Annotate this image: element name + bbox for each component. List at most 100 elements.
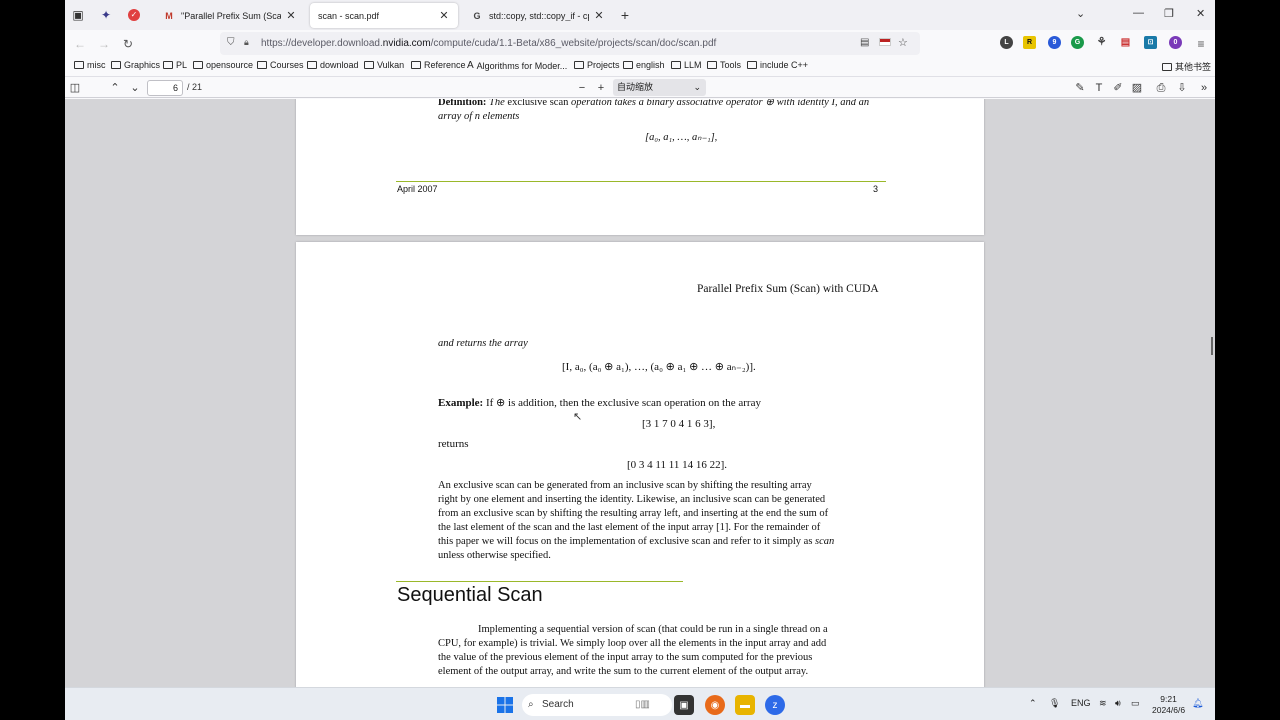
returns-array-text: and returns the array xyxy=(438,338,528,349)
extension-r-icon[interactable]: R xyxy=(1023,36,1036,49)
tab-cppreference[interactable]: G std::copy, std::copy_if - cppreference… xyxy=(463,3,613,28)
scrollbar[interactable] xyxy=(1211,337,1213,355)
close-icon[interactable]: ✕ xyxy=(285,9,297,22)
file-explorer-icon[interactable]: ▬ xyxy=(735,695,755,715)
address-bar[interactable]: ⛉ 🔒︎ https://developer.download.nvidia.c… xyxy=(220,32,920,55)
tab-list-icon[interactable]: ⌄ xyxy=(1076,7,1085,20)
footer-date: April 2007 xyxy=(397,184,438,194)
text-tool-icon[interactable]: T xyxy=(1091,80,1107,96)
paragraph-line: the value of the previous element of the… xyxy=(438,652,813,663)
back-icon[interactable]: ← xyxy=(72,36,88,52)
bookmark-opensource[interactable]: opensource xyxy=(193,60,253,70)
pdf-toolbar: ◫ ⌃ ⌄ 6 / 21 − + 自动缩放 ⌄ ✎ T ✐ ▨ ⎙ ⇩ » xyxy=(65,76,1215,98)
bookmark-projects[interactable]: Projects xyxy=(574,60,620,70)
other-bookmarks[interactable]: 其他书签 xyxy=(1162,60,1211,73)
task-view-icon[interactable]: ▣ xyxy=(674,695,694,715)
tray-overflow-icon[interactable]: ⌃ xyxy=(1029,698,1037,709)
clock[interactable]: 9:21 2024/6/6 xyxy=(1152,694,1185,716)
folder-icon xyxy=(574,61,584,69)
extension-purple-icon[interactable]: 0 xyxy=(1169,36,1182,49)
tab-mendeley[interactable]: M "Parallel Prefix Sum (Scan) with CUDA"… xyxy=(155,3,305,28)
folder-icon xyxy=(257,61,267,69)
extension-blue-icon[interactable]: 9 xyxy=(1048,36,1061,49)
wifi-icon[interactable]: ≋ xyxy=(1099,698,1107,709)
bookmark-download[interactable]: download xyxy=(307,60,359,70)
zoom-select[interactable]: 自动缩放 ⌄ xyxy=(613,79,706,96)
more-tools-icon[interactable]: » xyxy=(1196,80,1212,96)
previous-page-icon[interactable]: ⌃ xyxy=(107,80,123,96)
print-icon[interactable]: ⎙ xyxy=(1153,80,1169,96)
extension-grammarly-icon[interactable]: G xyxy=(1071,36,1084,49)
flag-icon[interactable] xyxy=(879,38,891,46)
bookmark-courses[interactable]: Courses xyxy=(257,60,304,70)
battery-icon[interactable]: ▭ xyxy=(1131,698,1140,709)
window-close-icon[interactable]: ✕ xyxy=(1196,7,1205,20)
restore-icon[interactable]: ❐ xyxy=(1164,7,1174,20)
notification-bell-icon[interactable]: 🔔︎ xyxy=(1192,698,1203,709)
save-icon[interactable]: ⇩ xyxy=(1174,80,1190,96)
language-indicator[interactable]: ENG xyxy=(1071,698,1091,708)
folder-icon xyxy=(74,61,84,69)
bookmark-llm[interactable]: LLM xyxy=(671,60,702,70)
exclusive-scan-formula: [I, a₀, (a₀ ⊕ a₁), …, (a₀ ⊕ a₁ ⊕ … ⊕ aₙ₋… xyxy=(562,361,756,373)
pdf-viewer[interactable]: Definition: The exclusive scan operation… xyxy=(65,99,1215,687)
tab-title: scan - scan.pdf xyxy=(318,10,380,21)
bookmark-include-cpp[interactable]: include C++ xyxy=(747,60,808,70)
extension-notes-icon[interactable]: ▤ xyxy=(1119,36,1132,49)
forward-icon[interactable]: → xyxy=(96,36,112,52)
microphone-icon[interactable]: 🎙︎ xyxy=(1049,698,1060,709)
tab-overview-icon[interactable]: ▣ xyxy=(69,6,87,24)
url-text[interactable]: https://developer.download.nvidia.com/co… xyxy=(261,38,716,49)
menu-icon[interactable]: ≡ xyxy=(1193,36,1209,52)
draw-icon[interactable]: ✐ xyxy=(1110,80,1126,96)
bookmark-reference[interactable]: Reference xyxy=(411,60,466,70)
page-number-input[interactable]: 6 xyxy=(147,80,183,96)
mouse-cursor-icon: ↖ xyxy=(573,411,583,423)
navigation-bar: ← → ↻ ⛉ 🔒︎ https://developer.download.nv… xyxy=(65,30,1215,57)
volume-icon[interactable]: 🔊︎ xyxy=(1115,698,1121,709)
bookmark-tools[interactable]: Tools xyxy=(707,60,741,70)
extensions-puzzle-icon[interactable]: ⚘ xyxy=(1095,36,1108,49)
next-page-icon[interactable]: ⌄ xyxy=(127,80,143,96)
browser-window: ▣ ✦ ✓ M "Parallel Prefix Sum (Scan) with… xyxy=(65,0,1215,720)
bookmark-vulkan[interactable]: Vulkan xyxy=(364,60,404,70)
bookmark-pl[interactable]: PL xyxy=(163,60,187,70)
bookmark-misc[interactable]: misc xyxy=(74,60,106,70)
zoom-icon[interactable]: z xyxy=(765,695,785,715)
sidebar-toggle-icon[interactable]: ◫ xyxy=(67,80,83,96)
minimize-icon[interactable]: — xyxy=(1133,7,1144,19)
pinned-todo-icon[interactable]: ✓ xyxy=(125,6,143,24)
folder-icon xyxy=(193,61,203,69)
tab-scan-pdf[interactable]: scan - scan.pdf ✕ xyxy=(310,3,458,28)
image-icon[interactable]: ▨ xyxy=(1129,80,1145,96)
new-tab-icon[interactable]: + xyxy=(616,6,634,24)
extension-screenshot-icon[interactable]: ⊡ xyxy=(1144,36,1157,49)
firefox-icon[interactable]: ◉ xyxy=(705,695,725,715)
folder-icon xyxy=(111,61,121,69)
folder-icon xyxy=(364,61,374,69)
pdf-page-6: Parallel Prefix Sum (Scan) with CUDA and… xyxy=(296,242,984,687)
reload-icon[interactable]: ↻ xyxy=(120,36,136,52)
zoom-out-icon[interactable]: − xyxy=(574,80,590,96)
reader-view-icon[interactable]: ▤ xyxy=(860,37,869,48)
folder-icon xyxy=(307,61,317,69)
paragraph-line: CPU, for example) is trivial. We simply … xyxy=(438,638,827,649)
start-icon[interactable] xyxy=(495,695,515,715)
lock-icon[interactable]: 🔒︎ xyxy=(244,37,249,48)
taskbar-search[interactable]: ⌕ Search ▯▥ xyxy=(522,694,672,716)
zoom-in-icon[interactable]: + xyxy=(593,80,609,96)
paragraph-line: from an exclusive scan by shifting the r… xyxy=(438,508,829,519)
close-icon[interactable]: ✕ xyxy=(438,9,450,22)
bookmark-star-icon[interactable]: ☆ xyxy=(898,36,908,49)
paragraph-line: unless otherwise specified. xyxy=(438,550,551,561)
close-icon[interactable]: ✕ xyxy=(593,9,605,22)
bookmark-algorithms[interactable]: A Algorithms for Moder... xyxy=(467,60,567,71)
pinned-tab-icon[interactable]: ✦ xyxy=(97,6,115,24)
highlight-icon[interactable]: ✎ xyxy=(1072,80,1088,96)
tab-title: std::copy, std::copy_if - cppreference.c… xyxy=(489,10,589,21)
bookmark-graphics[interactable]: Graphics xyxy=(111,60,160,70)
mendeley-icon: M xyxy=(165,10,173,21)
bookmark-english[interactable]: english xyxy=(623,60,665,70)
shield-icon[interactable]: ⛉ xyxy=(227,37,235,48)
extension-l-icon[interactable]: L xyxy=(1000,36,1013,49)
